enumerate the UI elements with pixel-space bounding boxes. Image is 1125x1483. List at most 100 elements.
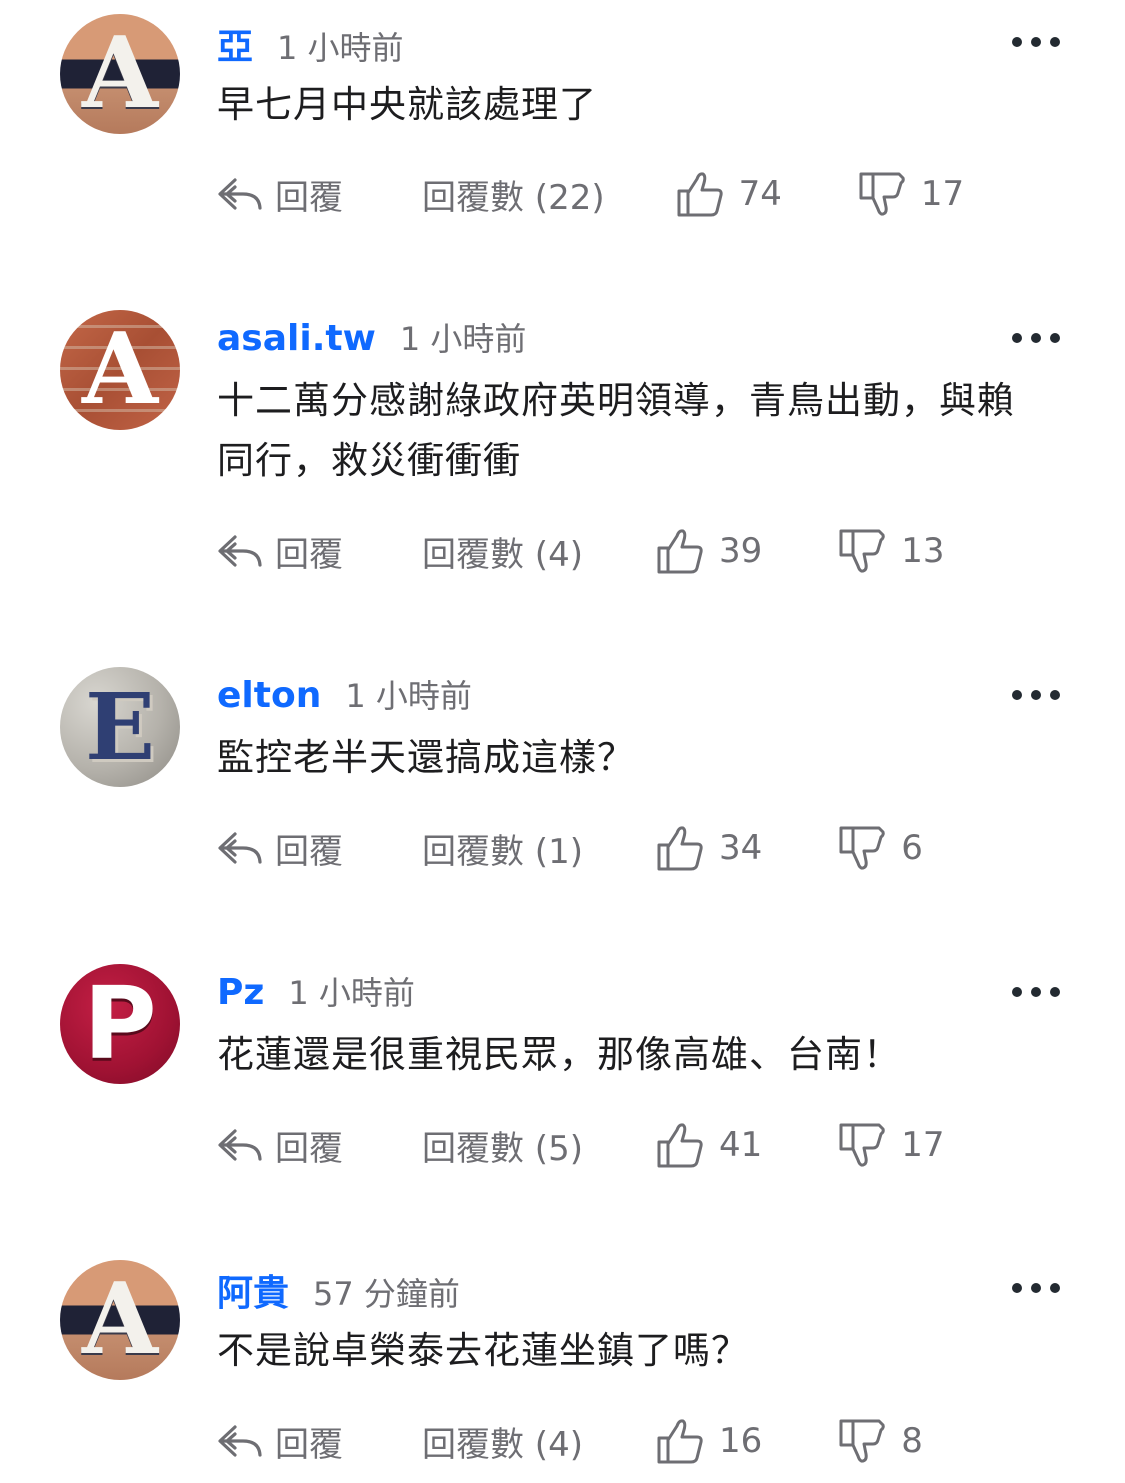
- timestamp: 1 小時前: [399, 320, 527, 358]
- timestamp: 1 小時前: [277, 29, 404, 67]
- like-count: 74: [738, 174, 782, 214]
- replies-count-button[interactable]: 回覆數 (5): [422, 1121, 583, 1170]
- comment-text: 花蓮還是很重視民眾，那像高雄、台南！: [217, 1033, 901, 1076]
- replies-count-button[interactable]: 回覆數 (4): [422, 527, 583, 576]
- reply-label: 回覆: [275, 1424, 343, 1465]
- replies-count-button[interactable]: 回覆數 (4): [422, 1417, 583, 1466]
- thumbs-down-icon: [839, 826, 885, 870]
- thumbs-down-icon: [839, 1419, 885, 1463]
- username[interactable]: Pz: [217, 972, 264, 1013]
- more-icon[interactable]: [1012, 324, 1060, 352]
- reply-icon: [218, 1425, 262, 1457]
- avatar-letter: A: [81, 1262, 159, 1377]
- more-icon[interactable]: [1012, 28, 1060, 56]
- thumbs-down-icon: [839, 1123, 885, 1167]
- avatar[interactable]: P: [60, 964, 180, 1084]
- thumbs-down-icon: [839, 529, 885, 573]
- comment-actions: 回覆 回覆數 (22) 74 17: [217, 166, 964, 222]
- reply-button[interactable]: 回覆: [217, 824, 422, 873]
- thumbs-up-icon: [657, 529, 703, 574]
- like-count: 41: [718, 1125, 763, 1165]
- like-count: 39: [718, 531, 763, 571]
- avatar-letter: A: [81, 16, 159, 131]
- more-icon[interactable]: [1012, 978, 1060, 1006]
- username[interactable]: elton: [217, 675, 321, 716]
- replies-count-label: 回覆數 (4): [422, 534, 583, 575]
- reply-button[interactable]: 回覆: [217, 527, 422, 576]
- avatar[interactable]: A: [60, 14, 180, 134]
- thumbs-down-icon: [859, 172, 905, 216]
- reply-button[interactable]: 回覆: [217, 170, 422, 219]
- reply-label: 回覆: [275, 1128, 343, 1169]
- timestamp: 1 小時前: [288, 974, 415, 1012]
- like-button[interactable]: 34: [655, 823, 762, 873]
- more-icon[interactable]: [1012, 1274, 1060, 1302]
- replies-count-button[interactable]: 回覆數 (1): [422, 824, 583, 873]
- avatar-letter: A: [81, 312, 159, 427]
- replies-count-button[interactable]: 回覆數 (22): [422, 170, 605, 219]
- dislike-button[interactable]: 17: [857, 169, 964, 219]
- dislike-button[interactable]: 17: [837, 1120, 945, 1170]
- comment-actions: 回覆 回覆數 (5) 41 17: [217, 1117, 945, 1173]
- like-count: 34: [718, 828, 763, 868]
- like-button[interactable]: 41: [655, 1120, 762, 1170]
- more-icon[interactable]: [1012, 681, 1060, 709]
- comment-actions: 回覆 回覆數 (1) 34 6: [217, 820, 923, 876]
- reply-icon: [218, 535, 262, 567]
- dislike-button[interactable]: 8: [837, 1416, 923, 1466]
- comment-actions: 回覆 回覆數 (4) 39 13: [217, 523, 945, 579]
- replies-count-label: 回覆數 (1): [422, 831, 583, 872]
- dislike-count: 6: [901, 828, 923, 868]
- avatar[interactable]: A: [60, 310, 180, 430]
- replies-count-label: 回覆數 (5): [422, 1128, 583, 1169]
- comment-item: P Pz 1 小時前 花蓮還是很重視民眾，那像高雄、台南！ 回覆 回覆數 (5)…: [0, 950, 1125, 1240]
- avatar-letter: E: [84, 673, 156, 781]
- comment-actions: 回覆 回覆數 (4) 16 8: [217, 1413, 923, 1469]
- comment-meta: 亞 1 小時前: [217, 18, 404, 68]
- comment-meta: 阿貴 57 分鐘前: [217, 1264, 460, 1314]
- avatar-letter: P: [83, 965, 157, 1082]
- comment-item: A asali.tw 1 小時前 十二萬分感謝綠政府英明領導，青鳥出動，與賴同行…: [0, 296, 1125, 646]
- comment-text: 十二萬分感謝綠政府英明領導，青鳥出動，與賴同行，救災衝衝衝: [217, 379, 1015, 482]
- comment-meta: Pz 1 小時前: [217, 968, 415, 1018]
- timestamp: 57 分鐘前: [313, 1275, 460, 1313]
- comment-item: E elton 1 小時前 監控老半天還搞成這樣？ 回覆 回覆數 (1) 34 …: [0, 653, 1125, 943]
- thumbs-up-icon: [657, 1419, 703, 1464]
- comment-meta: elton 1 小時前: [217, 671, 472, 721]
- like-count: 16: [718, 1421, 763, 1461]
- timestamp: 1 小時前: [345, 677, 472, 715]
- replies-count-label: 回覆數 (4): [422, 1424, 583, 1465]
- like-button[interactable]: 39: [655, 526, 762, 576]
- thumbs-up-icon: [657, 826, 703, 871]
- dislike-button[interactable]: 13: [837, 526, 945, 576]
- dislike-button[interactable]: 6: [837, 823, 923, 873]
- avatar[interactable]: A: [60, 1260, 180, 1380]
- username[interactable]: 亞: [217, 18, 253, 70]
- like-button[interactable]: 74: [675, 169, 782, 219]
- comment-meta: asali.tw 1 小時前: [217, 314, 526, 364]
- reply-label: 回覆: [275, 831, 343, 872]
- thumbs-up-icon: [677, 172, 723, 217]
- reply-button[interactable]: 回覆: [217, 1121, 422, 1170]
- reply-label: 回覆: [275, 177, 343, 218]
- thumbs-up-icon: [657, 1123, 703, 1168]
- dislike-count: 17: [901, 1125, 945, 1165]
- dislike-count: 13: [901, 531, 945, 571]
- reply-icon: [218, 1129, 262, 1161]
- username[interactable]: 阿貴: [217, 1264, 289, 1316]
- comment-text: 監控老半天還搞成這樣？: [217, 736, 635, 779]
- avatar[interactable]: E: [60, 667, 180, 787]
- reply-icon: [218, 178, 262, 210]
- like-button[interactable]: 16: [655, 1416, 762, 1466]
- comment-item: A 亞 1 小時前 早七月中央就該處理了 回覆 回覆數 (22) 74 17: [0, 0, 1125, 290]
- reply-button[interactable]: 回覆: [217, 1417, 422, 1466]
- reply-label: 回覆: [275, 534, 343, 575]
- dislike-count: 17: [920, 174, 965, 214]
- comment-item: A 阿貴 57 分鐘前 不是說卓榮泰去花蓮坐鎮了嗎？ 回覆 回覆數 (4) 16…: [0, 1246, 1125, 1483]
- username[interactable]: asali.tw: [217, 318, 376, 359]
- comment-text: 早七月中央就該處理了: [217, 83, 597, 126]
- comment-text: 不是說卓榮泰去花蓮坐鎮了嗎？: [217, 1329, 749, 1372]
- replies-count-label: 回覆數 (22): [422, 177, 605, 218]
- reply-icon: [218, 832, 262, 864]
- dislike-count: 8: [901, 1421, 923, 1461]
